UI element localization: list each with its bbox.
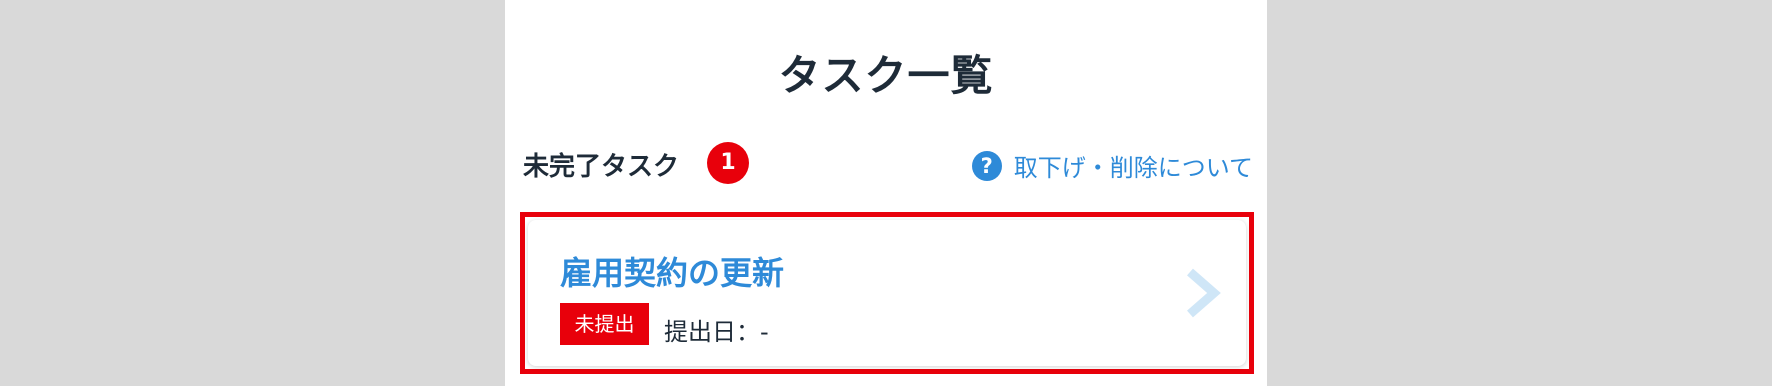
withdraw-delete-help-link[interactable]: ? 取下げ・削除について	[971, 148, 1253, 183]
chevron-right-icon	[1187, 268, 1221, 318]
status-badge: 未提出	[560, 303, 649, 345]
task-card[interactable]: 雇用契約の更新 未提出 提出日：-	[520, 212, 1254, 374]
question-circle-icon: ?	[971, 150, 1002, 181]
help-link-label: 取下げ・削除について	[1013, 154, 1253, 182]
task-count-badge: 1	[707, 142, 749, 184]
task-title: 雇用契約の更新	[560, 254, 785, 292]
page-title: タスク一覧	[778, 51, 994, 100]
task-list-panel: タスク一覧 未完了タスク 1 ? 取下げ・削除について 雇用契約の更新 未提出 …	[505, 0, 1267, 386]
incomplete-tasks-header: 未完了タスク 1 ? 取下げ・削除について	[523, 140, 1253, 186]
section-title: 未完了タスク	[523, 152, 680, 182]
submit-date: 提出日：-	[664, 318, 769, 346]
task-card-body: 雇用契約の更新 未提出 提出日：-	[528, 220, 1246, 366]
